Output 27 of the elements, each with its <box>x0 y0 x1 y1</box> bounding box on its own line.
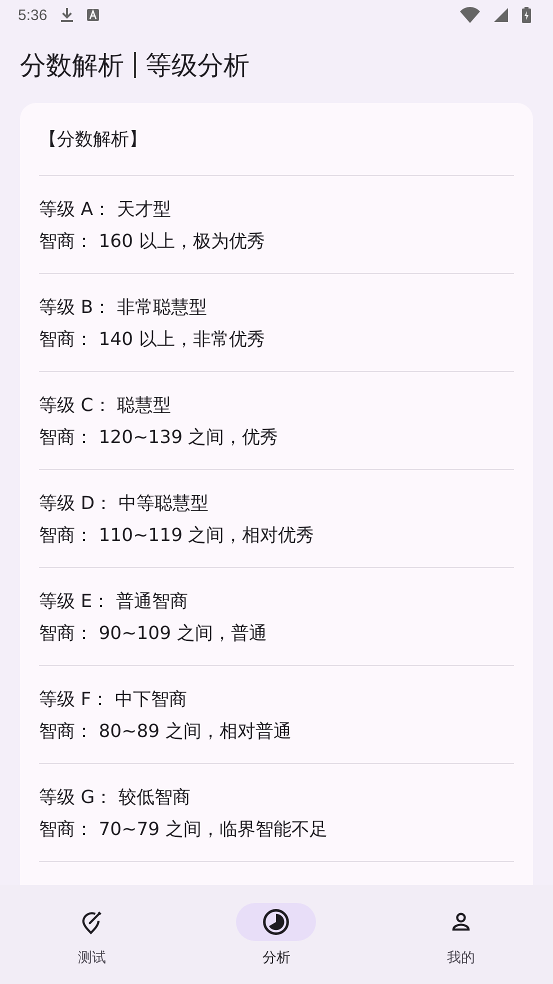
grade-label: 等级 G： 较低智商 <box>39 786 192 808</box>
grade-label: 等级 B： 非常聪慧型 <box>39 296 208 318</box>
iq-range: 智商： 70~79 之间，临界智能不足 <box>39 818 328 840</box>
keyboard-a-icon <box>87 9 100 21</box>
iq-range: 智商： 90~109 之间，普通 <box>39 622 268 644</box>
download-icon <box>61 8 74 22</box>
grade-label: 等级 F： 中下智商 <box>39 688 188 710</box>
pie-chart-icon <box>262 908 290 936</box>
iq-range: 智商： 140 以上，非常优秀 <box>39 328 266 350</box>
iq-range: 智商： 160 以上，极为优秀 <box>39 230 266 252</box>
grade-label: 等级 C： 聪慧型 <box>39 394 172 416</box>
grade-label: 等级 D： 中等聪慧型 <box>39 492 210 514</box>
nav-tab[interactable]: 测试 <box>0 885 184 984</box>
iq-range: 智商： 110~119 之间，相对优秀 <box>39 524 316 546</box>
signal-icon <box>494 8 508 22</box>
nav-tab[interactable]: 我的 <box>368 885 553 984</box>
section-heading: 【分数解析】 <box>39 128 147 151</box>
nav-tab[interactable]: 分析 <box>184 885 369 984</box>
wifi-icon <box>460 7 480 23</box>
status-time: 5:36 <box>18 6 48 24</box>
iq-range: 智商： 120~139 之间，优秀 <box>39 426 280 448</box>
page-subtitle: 等级分析 <box>146 50 250 82</box>
grade-label: 等级 A： 天才型 <box>39 198 172 220</box>
page-title: 分数解析 <box>20 50 124 82</box>
iq-range: 智商： 80~89 之间，相对普通 <box>39 720 292 742</box>
grade-label: 等级 E： 普通智商 <box>39 590 189 612</box>
battery-icon <box>522 7 531 23</box>
